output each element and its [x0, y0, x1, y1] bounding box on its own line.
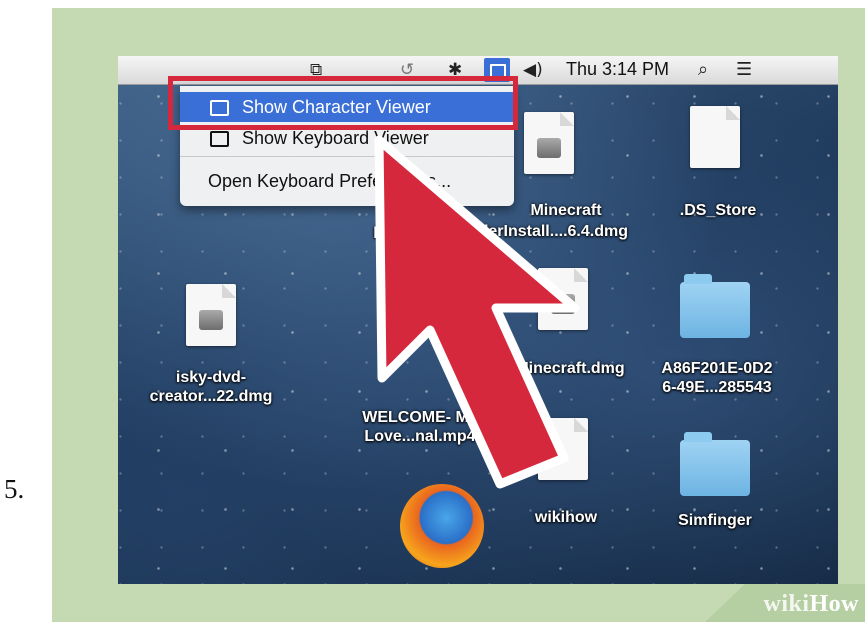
pointer-arrow-icon — [374, 135, 580, 489]
illustration-frame: Minecraft InstallerInstall....6.4.dmg .D… — [52, 8, 865, 622]
step-number: 5. — [4, 474, 25, 504]
wikihow-watermark: wikiHow — [763, 591, 859, 617]
